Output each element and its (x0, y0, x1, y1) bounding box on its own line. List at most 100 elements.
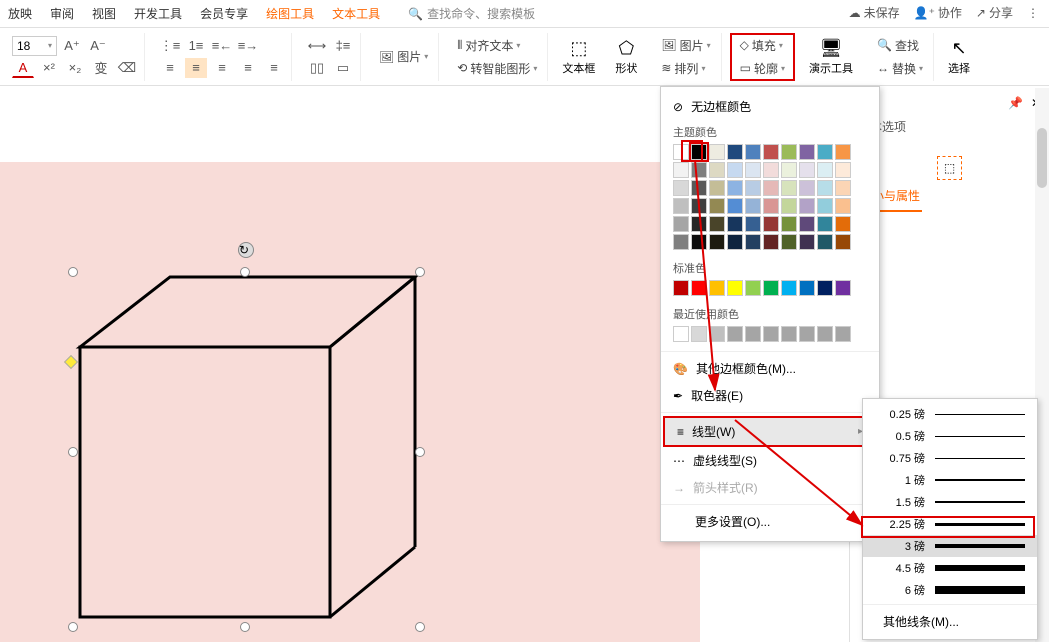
align-text-button[interactable]: ⫴ 对齐文本 ▾ (453, 35, 524, 56)
sel-handle-se[interactable] (415, 622, 425, 632)
more-colors-item[interactable]: 🎨其他边框颜色(M)... (661, 355, 879, 382)
color-swatch[interactable] (835, 180, 851, 196)
color-swatch[interactable] (763, 198, 779, 214)
menu-texttools[interactable]: 文本工具 (332, 5, 380, 22)
menu-review[interactable]: 审阅 (50, 5, 74, 22)
more-settings-item[interactable]: 更多设置(O)... (661, 508, 879, 535)
clear-format-icon[interactable]: ⌫ (116, 58, 138, 78)
color-swatch[interactable] (691, 234, 707, 250)
align-left-icon[interactable]: ≡ (159, 58, 181, 78)
weight-item[interactable]: 0.25 磅 (863, 403, 1037, 425)
color-swatch[interactable] (799, 180, 815, 196)
numbering-icon[interactable]: 1≡ (185, 36, 207, 56)
color-swatch[interactable] (727, 180, 743, 196)
no-border-item[interactable]: ⊘无边框颜色 (661, 93, 879, 120)
color-swatch[interactable] (763, 280, 779, 296)
color-swatch[interactable] (691, 280, 707, 296)
menu-slideshow[interactable]: 放映 (8, 5, 32, 22)
color-swatch[interactable] (763, 234, 779, 250)
color-swatch[interactable] (673, 180, 689, 196)
color-swatch[interactable] (799, 216, 815, 232)
image-button[interactable]: 🖼 图片 ▾ (375, 46, 432, 67)
align-center-icon[interactable]: ≡ (185, 58, 207, 78)
weight-item[interactable]: 0.5 磅 (863, 425, 1037, 447)
align-right-icon[interactable]: ≡ (211, 58, 233, 78)
color-swatch[interactable] (817, 144, 833, 160)
color-swatch[interactable] (673, 326, 689, 342)
color-swatch[interactable] (727, 326, 743, 342)
color-swatch[interactable] (691, 162, 707, 178)
change-case-icon[interactable]: 变 (90, 58, 112, 78)
sel-handle-s[interactable] (240, 622, 250, 632)
color-swatch[interactable] (709, 180, 725, 196)
more-lines-item[interactable]: 其他线条(M)... (863, 608, 1037, 635)
outline-button[interactable]: ▭ 轮廓 ▾ (736, 58, 789, 79)
weight-item[interactable]: 3 磅 (863, 535, 1037, 557)
canvas-area[interactable]: ↻ (0, 88, 720, 642)
sel-handle-nw[interactable] (68, 267, 78, 277)
collab-button[interactable]: 👤⁺ 协作 (914, 4, 962, 21)
color-swatch[interactable] (745, 180, 761, 196)
color-swatch[interactable] (781, 180, 797, 196)
color-swatch[interactable] (709, 326, 725, 342)
slide-canvas[interactable]: ↻ (0, 162, 700, 642)
fill-button[interactable]: ◇ 填充 ▾ (736, 35, 787, 56)
color-swatch[interactable] (727, 280, 743, 296)
color-swatch[interactable] (763, 326, 779, 342)
color-swatch[interactable] (709, 234, 725, 250)
weight-item[interactable]: 4.5 磅 (863, 557, 1037, 579)
color-swatch[interactable] (673, 234, 689, 250)
pin-icon[interactable]: 📌 (1008, 96, 1023, 110)
color-swatch[interactable] (691, 216, 707, 232)
color-swatch[interactable] (799, 144, 815, 160)
color-swatch[interactable] (799, 234, 815, 250)
color-swatch[interactable] (727, 216, 743, 232)
color-swatch[interactable] (673, 198, 689, 214)
replace-button[interactable]: ↔ 替换 ▾ (873, 58, 927, 79)
eyedropper-item[interactable]: ✒取色器(E) (661, 382, 879, 409)
color-swatch[interactable] (799, 162, 815, 178)
color-swatch[interactable] (745, 144, 761, 160)
color-swatch[interactable] (835, 162, 851, 178)
color-swatch[interactable] (817, 234, 833, 250)
presentation-button[interactable]: 🖥演示工具 (803, 36, 859, 78)
select-button[interactable]: ↖选择 (942, 36, 976, 78)
sel-handle-ne[interactable] (415, 267, 425, 277)
color-swatch[interactable] (745, 198, 761, 214)
weight-item[interactable]: 0.75 磅 (863, 447, 1037, 469)
find-button[interactable]: 🔍 查找 (873, 35, 923, 56)
color-swatch[interactable] (727, 234, 743, 250)
color-swatch[interactable] (745, 234, 761, 250)
color-swatch[interactable] (781, 144, 797, 160)
color-swatch[interactable] (781, 280, 797, 296)
sel-handle-e[interactable] (415, 447, 425, 457)
textbox-button[interactable]: ⬚文本框 (556, 36, 601, 78)
color-swatch[interactable] (709, 198, 725, 214)
color-swatch[interactable] (673, 162, 689, 178)
smart-shape-button[interactable]: ⟲ 转智能图形 ▾ (453, 58, 541, 79)
text-direction-icon[interactable]: ⟷ (306, 36, 328, 56)
color-swatch[interactable] (673, 280, 689, 296)
color-swatch[interactable] (727, 198, 743, 214)
color-swatch[interactable] (835, 326, 851, 342)
color-swatch[interactable] (835, 144, 851, 160)
arrange-button[interactable]: ≋ 排列 ▾ (657, 58, 709, 79)
sel-handle-n[interactable] (240, 267, 250, 277)
color-swatch[interactable] (799, 198, 815, 214)
color-swatch[interactable] (817, 162, 833, 178)
color-swatch[interactable] (745, 162, 761, 178)
more-icon[interactable]: ⋮ (1027, 6, 1039, 20)
image-btn2[interactable]: 🖼 图片 ▾ (657, 35, 714, 56)
font-color-icon[interactable]: A (12, 58, 34, 78)
font-smaller-icon[interactable]: A⁻ (87, 36, 109, 56)
indent-inc-icon[interactable]: ≡→ (237, 36, 259, 56)
color-swatch[interactable] (781, 162, 797, 178)
align-justify-icon[interactable]: ≡ (237, 58, 259, 78)
shape-button[interactable]: ⬠形状 (609, 36, 643, 78)
color-swatch[interactable] (781, 216, 797, 232)
color-swatch[interactable] (781, 198, 797, 214)
fontsize-dropdown[interactable]: 18▾ (12, 36, 57, 56)
color-swatch[interactable] (835, 234, 851, 250)
font-larger-icon[interactable]: A⁺ (61, 36, 83, 56)
unsaved-indicator[interactable]: ☁ 未保存 (849, 4, 900, 21)
